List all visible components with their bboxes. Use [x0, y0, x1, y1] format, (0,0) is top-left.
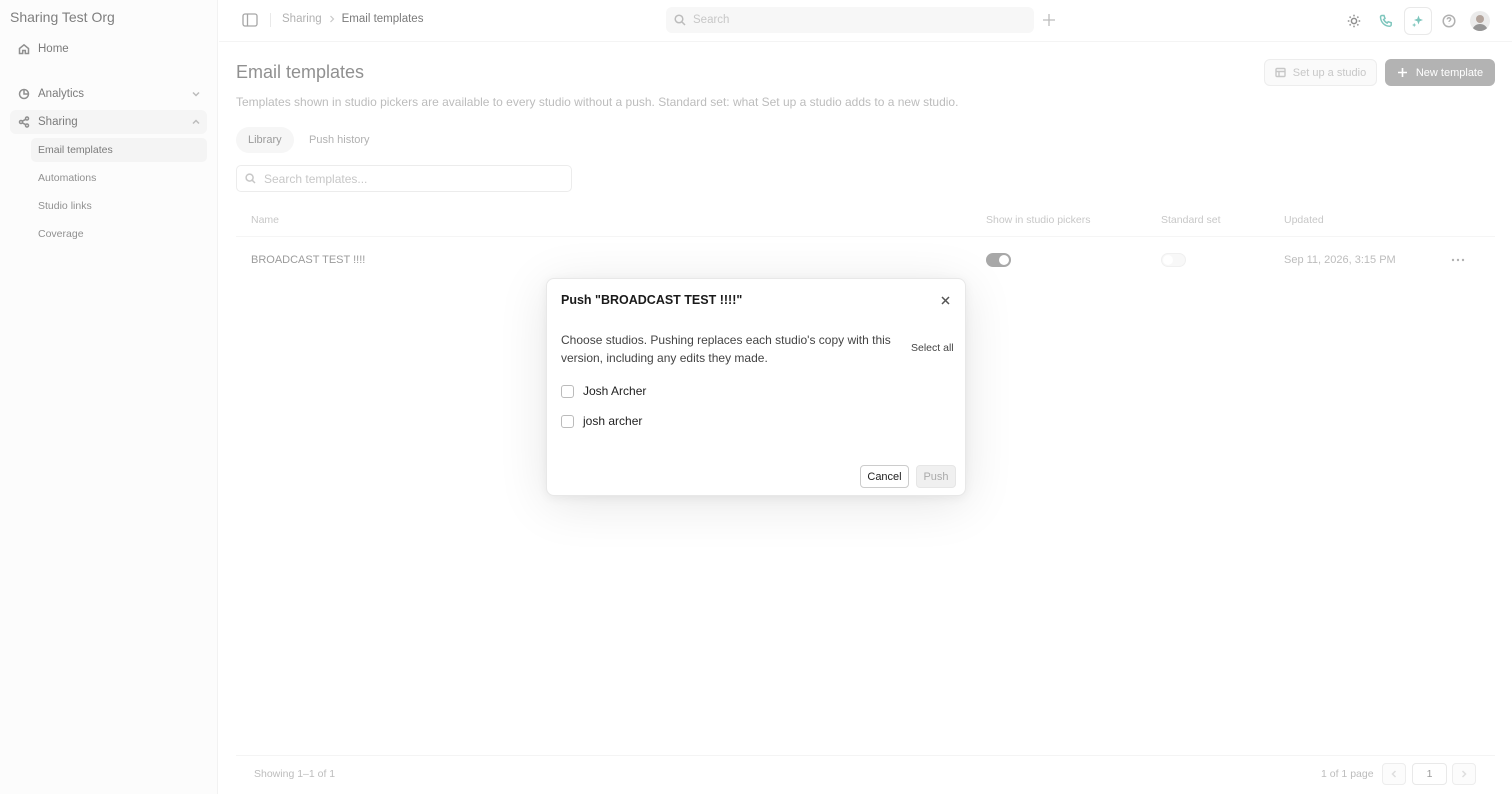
- push-button[interactable]: Push: [916, 465, 956, 488]
- studio-name: josh archer: [583, 414, 643, 428]
- dialog-close-button[interactable]: [938, 293, 952, 307]
- studio-checkbox[interactable]: [561, 384, 574, 398]
- push-template-dialog: Push "BROADCAST TEST !!!!" Choose studio…: [546, 278, 966, 496]
- dialog-description: Choose studios. Pushing replaces each st…: [561, 333, 891, 365]
- studio-checkbox[interactable]: [561, 414, 574, 428]
- studio-name: Josh Archer: [583, 384, 647, 398]
- select-all-button[interactable]: Select all: [911, 342, 954, 354]
- studio-option[interactable]: josh archer: [561, 413, 642, 429]
- close-icon: [940, 295, 950, 305]
- dialog-title: Push "BROADCAST TEST !!!!": [561, 293, 743, 307]
- studio-option[interactable]: Josh Archer: [561, 383, 646, 399]
- cancel-button[interactable]: Cancel: [860, 465, 909, 488]
